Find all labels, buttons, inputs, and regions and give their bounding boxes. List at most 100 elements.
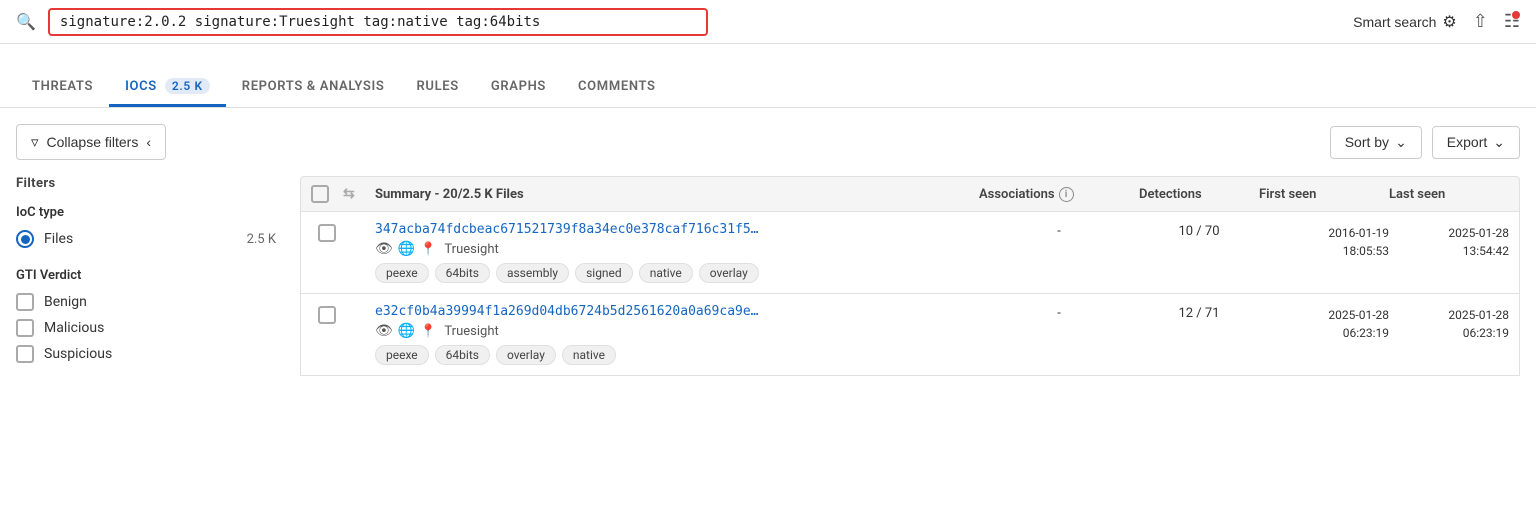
row-2-first-seen: 2025-01-28 06:23:19 [1259, 304, 1389, 342]
search-input[interactable] [48, 8, 708, 36]
settings-sliders-icon: ⚙ [1442, 12, 1456, 32]
row-2-last-seen-time: 06:23:19 [1389, 324, 1509, 342]
associations-info-icon[interactable]: i [1059, 187, 1074, 202]
row-2-detections: 12 / 71 [1139, 304, 1259, 321]
radio-files-fill [21, 235, 30, 244]
smart-search-label: Smart search [1353, 14, 1436, 30]
tab-graphs-label: GRAPHS [491, 79, 546, 94]
header-swap-col: ⇆ [343, 186, 375, 202]
filter-suspicious-label: Suspicious [44, 346, 112, 362]
filter-files-label: Files [44, 231, 73, 247]
sort-by-button[interactable]: Sort by ⌄ [1330, 126, 1422, 159]
filter-files-count: 2.5 K [247, 232, 276, 247]
tag-64bits[interactable]: 64bits [435, 263, 490, 283]
tab-reports[interactable]: REPORTS & ANALYSIS [226, 69, 401, 107]
tag-native-2[interactable]: native [562, 345, 616, 365]
tag-assembly[interactable]: assembly [496, 263, 569, 283]
smart-search-button[interactable]: Smart search ⚙ [1353, 12, 1457, 32]
tag-peexe[interactable]: peexe [375, 263, 429, 283]
eye-icon: 👁 [375, 241, 393, 257]
export-button[interactable]: Export ⌄ [1432, 126, 1520, 159]
upload-icon: ⇧ [1473, 11, 1488, 31]
row-1-hash[interactable]: 347acba74fdcbeac671521739f8a34ec0e378caf… [375, 222, 969, 237]
globe-icon-2: 🌐 [398, 323, 415, 339]
tab-rules[interactable]: RULES [401, 69, 475, 107]
tag-peexe-2[interactable]: peexe [375, 345, 429, 365]
header-last-seen: Last seen [1389, 187, 1509, 202]
upload-button[interactable]: ⇧ [1473, 11, 1488, 32]
result-row-inner-2: e32cf0b4a39994f1a269d04db6724b5d2561620a… [311, 304, 1509, 365]
tab-threats[interactable]: THREATS [16, 69, 109, 107]
row-1-detections: 10 / 70 [1139, 222, 1259, 239]
checkbox-row-2[interactable] [318, 306, 336, 324]
collapse-filters-button[interactable]: ▿ Collapse filters ‹ [16, 124, 166, 160]
results-header: ⇆ Summary - 20/2.5 K Files Associations … [300, 176, 1520, 212]
filter-section-gti-verdict: GTI Verdict Benign Malicious Suspicious [16, 268, 276, 363]
tab-comments[interactable]: COMMENTS [562, 69, 672, 107]
tag-overlay-2[interactable]: overlay [496, 345, 556, 365]
sort-chevron-icon: ⌄ [1395, 134, 1407, 151]
checkbox-row-1[interactable] [318, 224, 336, 242]
header-checkbox-col [311, 185, 343, 203]
row-1-summary: 347acba74fdcbeac671521739f8a34ec0e378caf… [375, 222, 979, 283]
row-2-icon-col [343, 304, 375, 306]
row-2-hash[interactable]: e32cf0b4a39994f1a269d04db6724b5d2561620a… [375, 304, 969, 319]
location-icon-2: 📍 [420, 324, 436, 339]
filters-sidebar: Filters IoC type Files 2.5 K GTI Verdict… [16, 176, 276, 383]
tag-signed[interactable]: signed [575, 263, 633, 283]
row-1-meta-icons: 👁 🌐 📍 [375, 241, 436, 257]
row-1-meta: 👁 🌐 📍 Truesight [375, 241, 969, 257]
topbar-right: Smart search ⚙ ⇧ ☷ [1353, 11, 1520, 32]
row-2-checkbox[interactable] [311, 304, 343, 324]
tag-64bits-2[interactable]: 64bits [435, 345, 490, 365]
row-1-last-seen-date: 2025-01-28 [1389, 224, 1509, 242]
filter-option-benign[interactable]: Benign [16, 293, 276, 311]
row-2-associations: - [979, 304, 1139, 321]
filter-option-files[interactable]: Files 2.5 K [16, 230, 276, 248]
checkbox-malicious[interactable] [16, 319, 34, 337]
row-1-tags: peexe 64bits assembly signed native over… [375, 263, 969, 283]
toolbar-right: Sort by ⌄ Export ⌄ [1330, 126, 1520, 159]
row-2-source: Truesight [444, 324, 498, 339]
tab-iocs[interactable]: IOCS 2.5 K [109, 68, 226, 107]
tag-overlay[interactable]: overlay [699, 263, 759, 283]
result-row: 347acba74fdcbeac671521739f8a34ec0e378caf… [300, 212, 1520, 294]
eye-icon-2: 👁 [375, 323, 393, 339]
result-row-inner-1: 347acba74fdcbeac671521739f8a34ec0e378caf… [311, 222, 1509, 283]
tab-iocs-badge: 2.5 K [165, 78, 210, 94]
filter-option-suspicious[interactable]: Suspicious [16, 345, 276, 363]
content-area: ▿ Collapse filters ‹ Sort by ⌄ Export ⌄ … [0, 108, 1536, 399]
row-1-last-seen: 2025-01-28 13:54:42 [1389, 222, 1509, 260]
row-2-meta: 👁 🌐 📍 Truesight [375, 323, 969, 339]
row-2-meta-icons: 👁 🌐 📍 [375, 323, 436, 339]
row-1-checkbox[interactable] [311, 222, 343, 242]
row-1-last-seen-time: 13:54:42 [1389, 242, 1509, 260]
toolbar-row: ▿ Collapse filters ‹ Sort by ⌄ Export ⌄ [16, 124, 1520, 160]
tag-native[interactable]: native [639, 263, 693, 283]
row-2-first-seen-time: 06:23:19 [1259, 324, 1389, 342]
checkbox-benign[interactable] [16, 293, 34, 311]
filter-option-malicious[interactable]: Malicious [16, 319, 276, 337]
collapse-filters-label: Collapse filters [47, 134, 139, 150]
swap-icon: ⇆ [343, 186, 355, 202]
header-select-all-checkbox[interactable] [311, 185, 329, 203]
header-associations: Associations i [979, 187, 1139, 202]
collapse-chevron-icon: ‹ [146, 134, 151, 150]
filters-title: Filters [16, 176, 276, 191]
checkbox-suspicious[interactable] [16, 345, 34, 363]
topbar: 🔍 Smart search ⚙ ⇧ ☷ [0, 0, 1536, 44]
gti-verdict-label: GTI Verdict [16, 268, 276, 283]
results-area: ⇆ Summary - 20/2.5 K Files Associations … [300, 176, 1520, 383]
location-icon: 📍 [420, 242, 436, 257]
globe-icon: 🌐 [398, 241, 415, 257]
notification-dot [1512, 11, 1520, 19]
radio-files[interactable] [16, 230, 34, 248]
export-chevron-icon: ⌄ [1493, 134, 1505, 151]
tab-threats-label: THREATS [32, 79, 93, 94]
notifications-button[interactable]: ☷ [1504, 11, 1520, 32]
row-1-icon-col [343, 222, 375, 224]
result-row: e32cf0b4a39994f1a269d04db6724b5d2561620a… [300, 294, 1520, 376]
header-detections: Detections [1139, 187, 1259, 202]
tab-graphs[interactable]: GRAPHS [475, 69, 562, 107]
summary-bold: Summary [375, 187, 431, 202]
